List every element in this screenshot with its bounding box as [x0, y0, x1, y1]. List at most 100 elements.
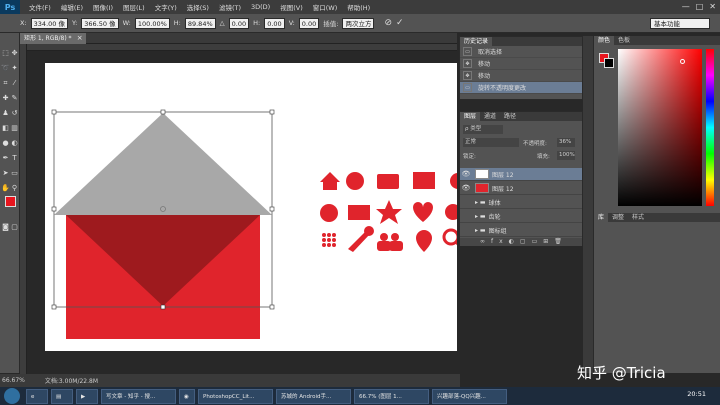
zoom-level[interactable]: 66.67% [2, 377, 25, 384]
cancel-transform-icon[interactable]: ⊘ [384, 18, 392, 28]
workspace-select[interactable]: 基本功能 [650, 18, 710, 29]
layer-filter-select[interactable]: ρ 类型 [463, 125, 503, 134]
menu-3d[interactable]: 3D(D) [246, 3, 275, 11]
tab-styles[interactable]: 样式 [628, 213, 648, 222]
color-picker-field[interactable] [618, 49, 702, 206]
lasso-tool-icon[interactable]: ➰ [1, 64, 10, 73]
envelope-top-flap[interactable] [54, 113, 272, 215]
commit-transform-icon[interactable]: ✓ [396, 18, 404, 28]
eraser-tool-icon[interactable]: ◧ [1, 124, 10, 133]
history-item-selected[interactable]: ▭ 旋转不透明度更改 [460, 82, 582, 94]
layer-group-row[interactable]: ▸ ▬ 图标组 [460, 224, 582, 237]
tab-paths[interactable]: 路径 [500, 112, 520, 121]
h-skew-field[interactable]: 0.00 [264, 17, 285, 29]
taskbar-clock[interactable]: 20:51 [687, 390, 706, 398]
hue-slider[interactable] [706, 49, 714, 206]
eyedropper-icon[interactable]: ⁄ [10, 79, 19, 88]
transform-handle[interactable] [269, 206, 275, 212]
history-item[interactable]: ✥ 移动 [460, 70, 582, 82]
taskbar-folder-icon[interactable]: ▤ [51, 388, 73, 404]
brush-tool-icon[interactable]: ✎ [10, 94, 19, 103]
menu-window[interactable]: 窗口(W) [308, 2, 343, 12]
quick-mask-icon[interactable]: ◙ [1, 223, 10, 232]
taskbar-task[interactable]: 66.7% (图层 1... [354, 388, 429, 404]
taskbar-chrome-icon[interactable]: ◉ [179, 388, 195, 404]
menu-select[interactable]: 选择(S) [182, 2, 214, 12]
gradient-tool-icon[interactable]: ▥ [10, 124, 19, 133]
dodge-tool-icon[interactable]: ◐ [10, 139, 19, 148]
menu-filter[interactable]: 滤镜(T) [214, 2, 246, 12]
fill-field[interactable]: 100% [557, 151, 575, 160]
transform-handle[interactable] [51, 206, 57, 212]
zoom-tool-icon[interactable]: ⚲ [10, 184, 19, 193]
menu-file[interactable]: 文件(F) [24, 2, 56, 12]
transform-handle[interactable] [269, 109, 275, 115]
opacity-field[interactable]: 36% [557, 138, 575, 147]
tab-adjustments[interactable]: 调整 [608, 213, 628, 222]
start-button-icon[interactable] [4, 388, 20, 404]
visibility-eye-icon[interactable]: 👁 [460, 184, 472, 192]
path-select-icon[interactable]: ➤ [1, 169, 10, 178]
collapsed-panel-dock[interactable] [583, 36, 593, 373]
history-item[interactable]: ▭ 取消选择 [460, 46, 582, 58]
taskbar-task[interactable]: 写文章 - 知乎 - 搜... [101, 388, 176, 404]
h-field[interactable]: 89.84% [184, 17, 216, 29]
canvas-area[interactable] [27, 51, 457, 374]
type-tool-icon[interactable]: T [10, 154, 19, 163]
healing-brush-icon[interactable]: ✚ [1, 94, 10, 103]
angle-field[interactable]: 0.00 [228, 17, 250, 29]
menu-edit[interactable]: 编辑(E) [56, 2, 88, 12]
history-item[interactable]: ✥ 移动 [460, 58, 582, 70]
taskbar-media-icon[interactable]: ▶ [76, 388, 98, 404]
y-field[interactable]: 366.50 像 [81, 17, 119, 29]
foreground-color-swatch[interactable] [5, 196, 16, 207]
tab-libraries[interactable]: 库 [594, 213, 609, 222]
transform-handle[interactable] [51, 304, 57, 310]
pen-tool-icon[interactable]: ✒ [1, 154, 10, 163]
minimize-icon[interactable]: — [682, 2, 690, 11]
layers-bottom-toolbar[interactable]: ∞fx◐▢▭⊞🗑 [460, 238, 582, 246]
close-tab-icon[interactable]: × [77, 33, 83, 44]
maximize-icon[interactable]: □ [696, 2, 704, 11]
bg-color-swatch[interactable] [604, 58, 614, 68]
tab-color[interactable]: 颜色 [594, 36, 615, 45]
transform-handle[interactable] [160, 109, 166, 115]
document-tab[interactable]: 矩形 1, RGB/8) * × [20, 33, 86, 44]
interpolation-select[interactable]: 两次立方 [342, 17, 375, 29]
layer-group-row[interactable]: ▸ ▬ 球体 [460, 196, 582, 209]
screen-mode-icon[interactable]: ▢ [10, 223, 19, 232]
crop-tool-icon[interactable]: ⌗ [1, 79, 10, 88]
close-icon[interactable]: ✕ [709, 2, 716, 11]
blend-mode-select[interactable]: 正常 [463, 138, 519, 147]
hand-tool-icon[interactable]: ✋ [1, 184, 10, 193]
menu-image[interactable]: 图像(I) [88, 2, 118, 12]
menu-type[interactable]: 文字(Y) [150, 2, 182, 12]
move-tool-icon[interactable]: ✥ [10, 49, 19, 58]
tab-history[interactable]: 历史记录 [460, 37, 493, 46]
layer-row[interactable]: 👁 图层 12 [460, 182, 582, 195]
marquee-tool-icon[interactable]: ⬚ [1, 49, 10, 58]
magic-wand-icon[interactable]: ✦ [10, 64, 19, 73]
menu-view[interactable]: 视图(V) [275, 2, 308, 12]
tab-layers[interactable]: 图层 [460, 112, 481, 121]
tab-channels[interactable]: 通道 [480, 112, 500, 121]
layer-group-row[interactable]: ▸ ▬ 齿轮 [460, 210, 582, 223]
history-brush-icon[interactable]: ↺ [10, 109, 19, 118]
tab-swatches[interactable]: 色板 [614, 36, 634, 45]
menu-help[interactable]: 帮助(H) [342, 2, 375, 12]
transform-handle[interactable] [160, 304, 166, 310]
v-skew-field[interactable]: 0.00 [298, 17, 320, 29]
color-picker-cursor[interactable] [680, 59, 685, 64]
taskbar-task[interactable]: 兴趣部落-QQ兴趣... [432, 388, 507, 404]
visibility-eye-icon[interactable]: 👁 [460, 170, 472, 178]
layer-row[interactable]: 👁 图层 12 [460, 168, 582, 181]
transform-handle[interactable] [269, 304, 275, 310]
menu-layer[interactable]: 图层(L) [118, 2, 150, 12]
transform-handle[interactable] [51, 109, 57, 115]
taskbar-ie-icon[interactable]: e [26, 388, 48, 404]
x-field[interactable]: 334.00 像 [30, 17, 68, 29]
shape-tool-icon[interactable]: ▭ [10, 169, 19, 178]
taskbar-task[interactable]: PhotoshopCC_Lit... [198, 388, 273, 404]
blur-tool-icon[interactable]: ● [1, 139, 10, 148]
w-field[interactable]: 100.00% [134, 17, 170, 29]
